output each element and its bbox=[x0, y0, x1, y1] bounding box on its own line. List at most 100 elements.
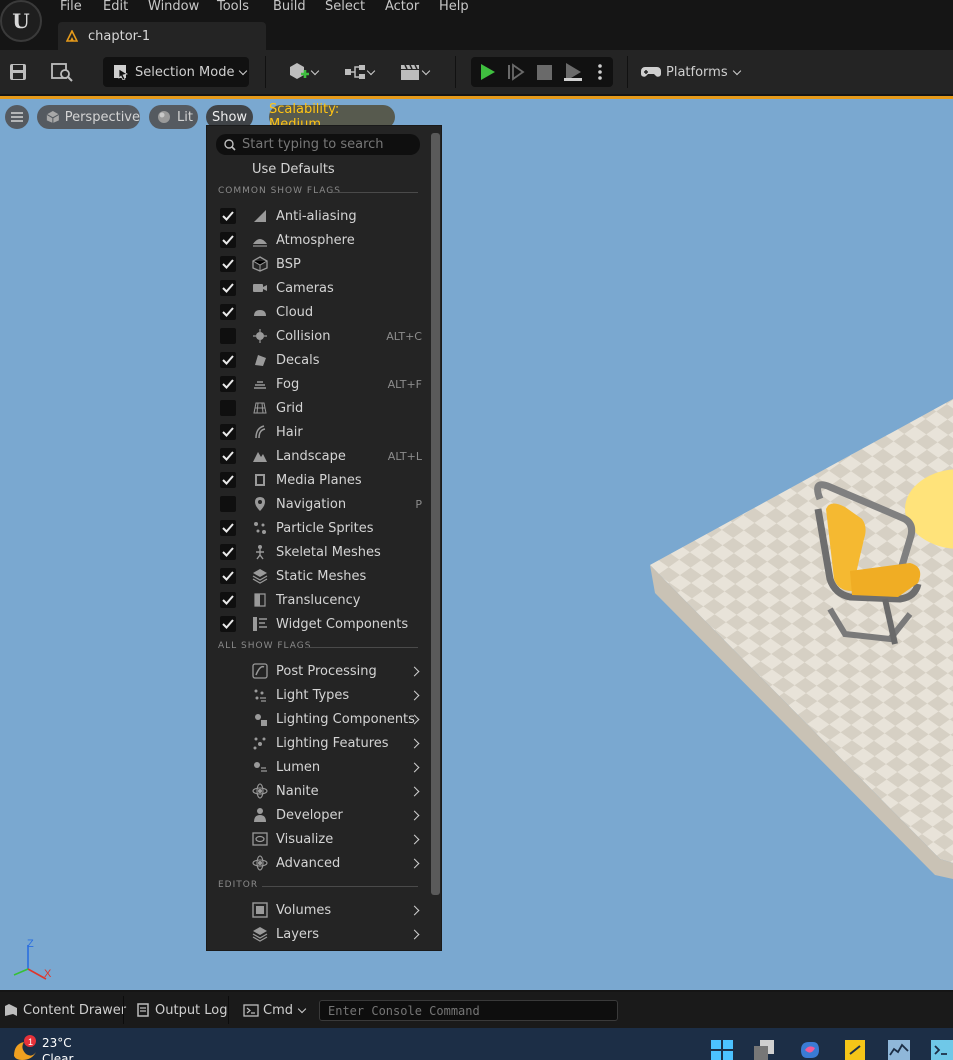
flag-checkbox[interactable] bbox=[220, 376, 236, 392]
play-options-button[interactable] bbox=[591, 58, 609, 86]
stop-button[interactable] bbox=[533, 58, 555, 86]
flag-checkbox[interactable] bbox=[220, 328, 236, 344]
show-flag-item[interactable]: Cloud bbox=[208, 300, 430, 324]
show-flag-item[interactable]: Landscape ALT+L bbox=[208, 444, 430, 468]
output-log-icon bbox=[137, 1003, 149, 1017]
show-flag-item[interactable]: Nanite bbox=[208, 779, 430, 803]
level-viewport[interactable]: Perspective Lit Show Scalability: Medium… bbox=[0, 96, 953, 990]
show-flag-item[interactable]: Post Processing bbox=[208, 659, 430, 683]
chevron-right-icon bbox=[409, 738, 420, 748]
flag-label: Advanced bbox=[276, 855, 341, 871]
perspective-button[interactable]: Perspective bbox=[37, 105, 140, 129]
checkmark-icon bbox=[222, 307, 234, 317]
unreal-logo-icon[interactable]: U bbox=[0, 0, 42, 42]
view-mode-button[interactable]: Lit bbox=[149, 105, 198, 129]
flag-checkbox[interactable] bbox=[220, 232, 236, 248]
cinematics-button[interactable] bbox=[395, 58, 433, 86]
flag-checkbox[interactable] bbox=[220, 496, 236, 512]
show-flag-item[interactable]: Volumes bbox=[208, 898, 430, 922]
flag-checkbox[interactable] bbox=[220, 400, 236, 416]
flag-label: Lumen bbox=[276, 759, 321, 775]
flag-label: Collision bbox=[276, 328, 331, 344]
menu-window[interactable]: Window bbox=[148, 0, 199, 14]
show-flag-item[interactable]: Widget Components bbox=[208, 612, 430, 636]
menu-file[interactable]: File bbox=[60, 0, 82, 14]
browse-level-button[interactable] bbox=[50, 58, 74, 86]
save-button[interactable] bbox=[7, 58, 29, 86]
use-defaults-item[interactable]: Use Defaults bbox=[208, 157, 430, 181]
platforms-dropdown[interactable]: Platforms bbox=[640, 57, 741, 87]
advance-frame-button[interactable] bbox=[505, 58, 527, 86]
show-flag-item[interactable]: BSP bbox=[208, 252, 430, 276]
show-flag-item[interactable]: Atmosphere bbox=[208, 228, 430, 252]
more-vertical-icon bbox=[598, 64, 602, 80]
show-flag-item[interactable]: Skeletal Meshes bbox=[208, 540, 430, 564]
save-icon bbox=[10, 64, 26, 80]
show-flag-item[interactable]: Hair bbox=[208, 420, 430, 444]
show-flag-item[interactable]: Layers bbox=[208, 922, 430, 946]
show-flag-item[interactable]: Fog ALT+F bbox=[208, 372, 430, 396]
menu-select[interactable]: Select bbox=[325, 0, 365, 14]
flag-checkbox[interactable] bbox=[220, 256, 236, 272]
flag-checkbox[interactable] bbox=[220, 568, 236, 584]
weather-icon[interactable]: 1 bbox=[10, 1032, 38, 1060]
add-actor-button[interactable] bbox=[284, 58, 322, 86]
menu-actor[interactable]: Actor bbox=[385, 0, 419, 14]
show-flag-item[interactable]: Advanced bbox=[208, 851, 430, 875]
sticky-notes-icon[interactable] bbox=[844, 1040, 866, 1060]
content-drawer-button[interactable]: Content Drawer bbox=[4, 992, 126, 1028]
show-flag-item[interactable]: Lighting Components bbox=[208, 707, 430, 731]
flag-checkbox[interactable] bbox=[220, 544, 236, 560]
show-flag-item[interactable]: Anti-aliasing bbox=[208, 204, 430, 228]
flag-checkbox[interactable] bbox=[220, 304, 236, 320]
flag-checkbox[interactable] bbox=[220, 472, 236, 488]
terminal-app-icon[interactable] bbox=[931, 1040, 953, 1060]
flag-checkbox[interactable] bbox=[220, 448, 236, 464]
flag-checkbox[interactable] bbox=[220, 352, 236, 368]
flag-checkbox[interactable] bbox=[220, 424, 236, 440]
flag-checkbox[interactable] bbox=[220, 208, 236, 224]
grid-icon bbox=[253, 402, 267, 414]
blueprints-button[interactable] bbox=[340, 58, 378, 86]
menu-tools[interactable]: Tools bbox=[217, 0, 249, 14]
search-input[interactable] bbox=[242, 137, 412, 152]
show-flag-item[interactable]: Visualize bbox=[208, 827, 430, 851]
show-flag-item[interactable]: Translucency bbox=[208, 588, 430, 612]
viewport-options-button[interactable] bbox=[5, 105, 29, 129]
menu-edit[interactable]: Edit bbox=[103, 0, 128, 14]
task-view-icon[interactable] bbox=[754, 1040, 776, 1060]
flag-checkbox[interactable] bbox=[220, 520, 236, 536]
windows-start-icon[interactable] bbox=[711, 1040, 733, 1060]
show-flag-item[interactable]: Developer bbox=[208, 803, 430, 827]
show-flag-item[interactable]: Decals bbox=[208, 348, 430, 372]
show-flag-item[interactable]: Collision ALT+C bbox=[208, 324, 430, 348]
menu-build[interactable]: Build bbox=[273, 0, 306, 14]
flag-checkbox[interactable] bbox=[220, 616, 236, 632]
selection-mode-dropdown[interactable]: Selection Mode bbox=[103, 57, 249, 87]
flag-checkbox[interactable] bbox=[220, 592, 236, 608]
show-flag-item[interactable]: Media Planes bbox=[208, 468, 430, 492]
show-flag-item[interactable]: Cameras bbox=[208, 276, 430, 300]
copilot-icon[interactable] bbox=[799, 1040, 821, 1060]
flag-checkbox[interactable] bbox=[220, 280, 236, 296]
eject-button[interactable] bbox=[561, 58, 585, 86]
cmd-dropdown[interactable]: Cmd bbox=[243, 992, 307, 1028]
search-icon bbox=[224, 138, 236, 151]
play-button[interactable] bbox=[477, 58, 499, 86]
show-flag-item[interactable]: Static Meshes bbox=[208, 564, 430, 588]
show-flags-search[interactable] bbox=[216, 134, 420, 155]
performance-monitor-icon[interactable] bbox=[888, 1040, 910, 1060]
perspective-label: Perspective bbox=[64, 109, 140, 125]
console-command-input[interactable] bbox=[319, 1000, 618, 1021]
editor-section-label: EDITOR bbox=[218, 880, 259, 890]
level-tab[interactable]: chaptor-1 bbox=[58, 22, 266, 50]
show-flag-item[interactable]: Lumen bbox=[208, 755, 430, 779]
show-flag-item[interactable]: Lighting Features bbox=[208, 731, 430, 755]
show-flag-item[interactable]: Navigation P bbox=[208, 492, 430, 516]
menu-scrollbar[interactable] bbox=[431, 133, 440, 895]
show-flag-item[interactable]: Light Types bbox=[208, 683, 430, 707]
show-flag-item[interactable]: Grid bbox=[208, 396, 430, 420]
show-flag-item[interactable]: Particle Sprites bbox=[208, 516, 430, 540]
output-log-button[interactable]: Output Log bbox=[137, 992, 228, 1028]
menu-help[interactable]: Help bbox=[439, 0, 469, 14]
